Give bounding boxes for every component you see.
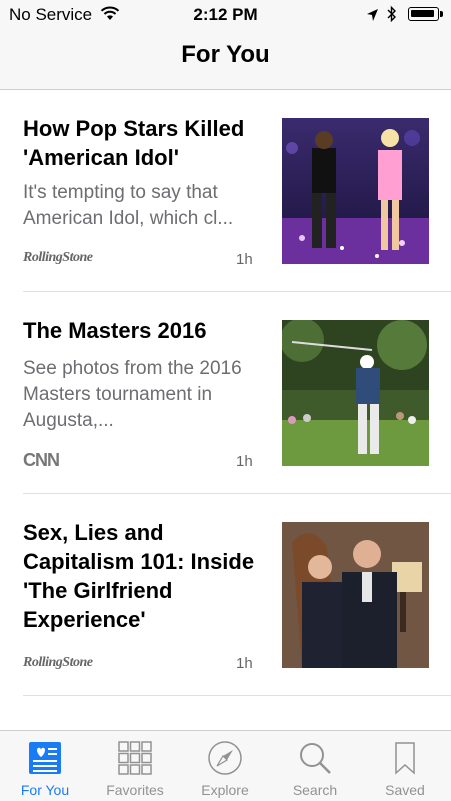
- story-card-partial: [23, 696, 451, 730]
- story-headline[interactable]: How Pop Stars Killed 'American Idol': [23, 114, 263, 172]
- source-logo: CNN: [23, 450, 60, 470]
- story-card[interactable]: The Masters 2016 See photos from the 201…: [23, 292, 451, 494]
- tab-label: For You: [20, 782, 70, 798]
- page-title: For You: [181, 41, 270, 68]
- source-logo: RollingStone: [23, 250, 93, 265]
- search-icon: [297, 740, 333, 776]
- tab-label: Search: [292, 782, 338, 798]
- story-thumbnail[interactable]: [282, 522, 429, 668]
- story-age: 1h: [236, 251, 253, 268]
- story-card[interactable]: How Pop Stars Killed 'American Idol' It'…: [23, 90, 451, 292]
- bluetooth-icon: [386, 5, 397, 28]
- nav-bar: For You: [0, 30, 451, 90]
- story-age: 1h: [236, 655, 253, 672]
- story-age: 1h: [236, 453, 253, 470]
- tab-label: Explore: [201, 782, 249, 798]
- story-headline[interactable]: The Masters 2016: [23, 316, 263, 345]
- clock: 2:12 PM: [193, 5, 258, 24]
- story-headline[interactable]: Sex, Lies and Capitalism 101: Inside 'Th…: [23, 518, 263, 634]
- source-logo: RollingStone: [23, 655, 93, 670]
- story-excerpt: It's tempting to say that American Idol,…: [23, 182, 234, 229]
- tab-bar: For You Favorites Explore Search Saved: [0, 730, 451, 801]
- story-card[interactable]: Sex, Lies and Capitalism 101: Inside 'Th…: [23, 494, 451, 696]
- tab-label: Favorites: [106, 782, 164, 798]
- battery-icon: [408, 7, 443, 21]
- bookmark-icon: [387, 740, 423, 776]
- tab-label: Saved: [385, 782, 425, 798]
- tab-for-you[interactable]: For You: [0, 731, 90, 801]
- compass-icon: [207, 740, 243, 776]
- tab-saved[interactable]: Saved: [360, 731, 450, 801]
- newspaper-icon: [27, 740, 63, 776]
- tab-search[interactable]: Search: [270, 731, 360, 801]
- story-excerpt: See photos from the 2016 Masters tournam…: [23, 358, 242, 431]
- grid-icon: [117, 740, 153, 776]
- tab-favorites[interactable]: Favorites: [90, 731, 180, 801]
- status-bar: No Service 2:12 PM: [0, 0, 451, 30]
- tab-explore[interactable]: Explore: [180, 731, 270, 801]
- location-arrow-icon: [366, 7, 379, 27]
- story-thumbnail[interactable]: [282, 320, 429, 466]
- story-thumbnail[interactable]: [282, 118, 429, 264]
